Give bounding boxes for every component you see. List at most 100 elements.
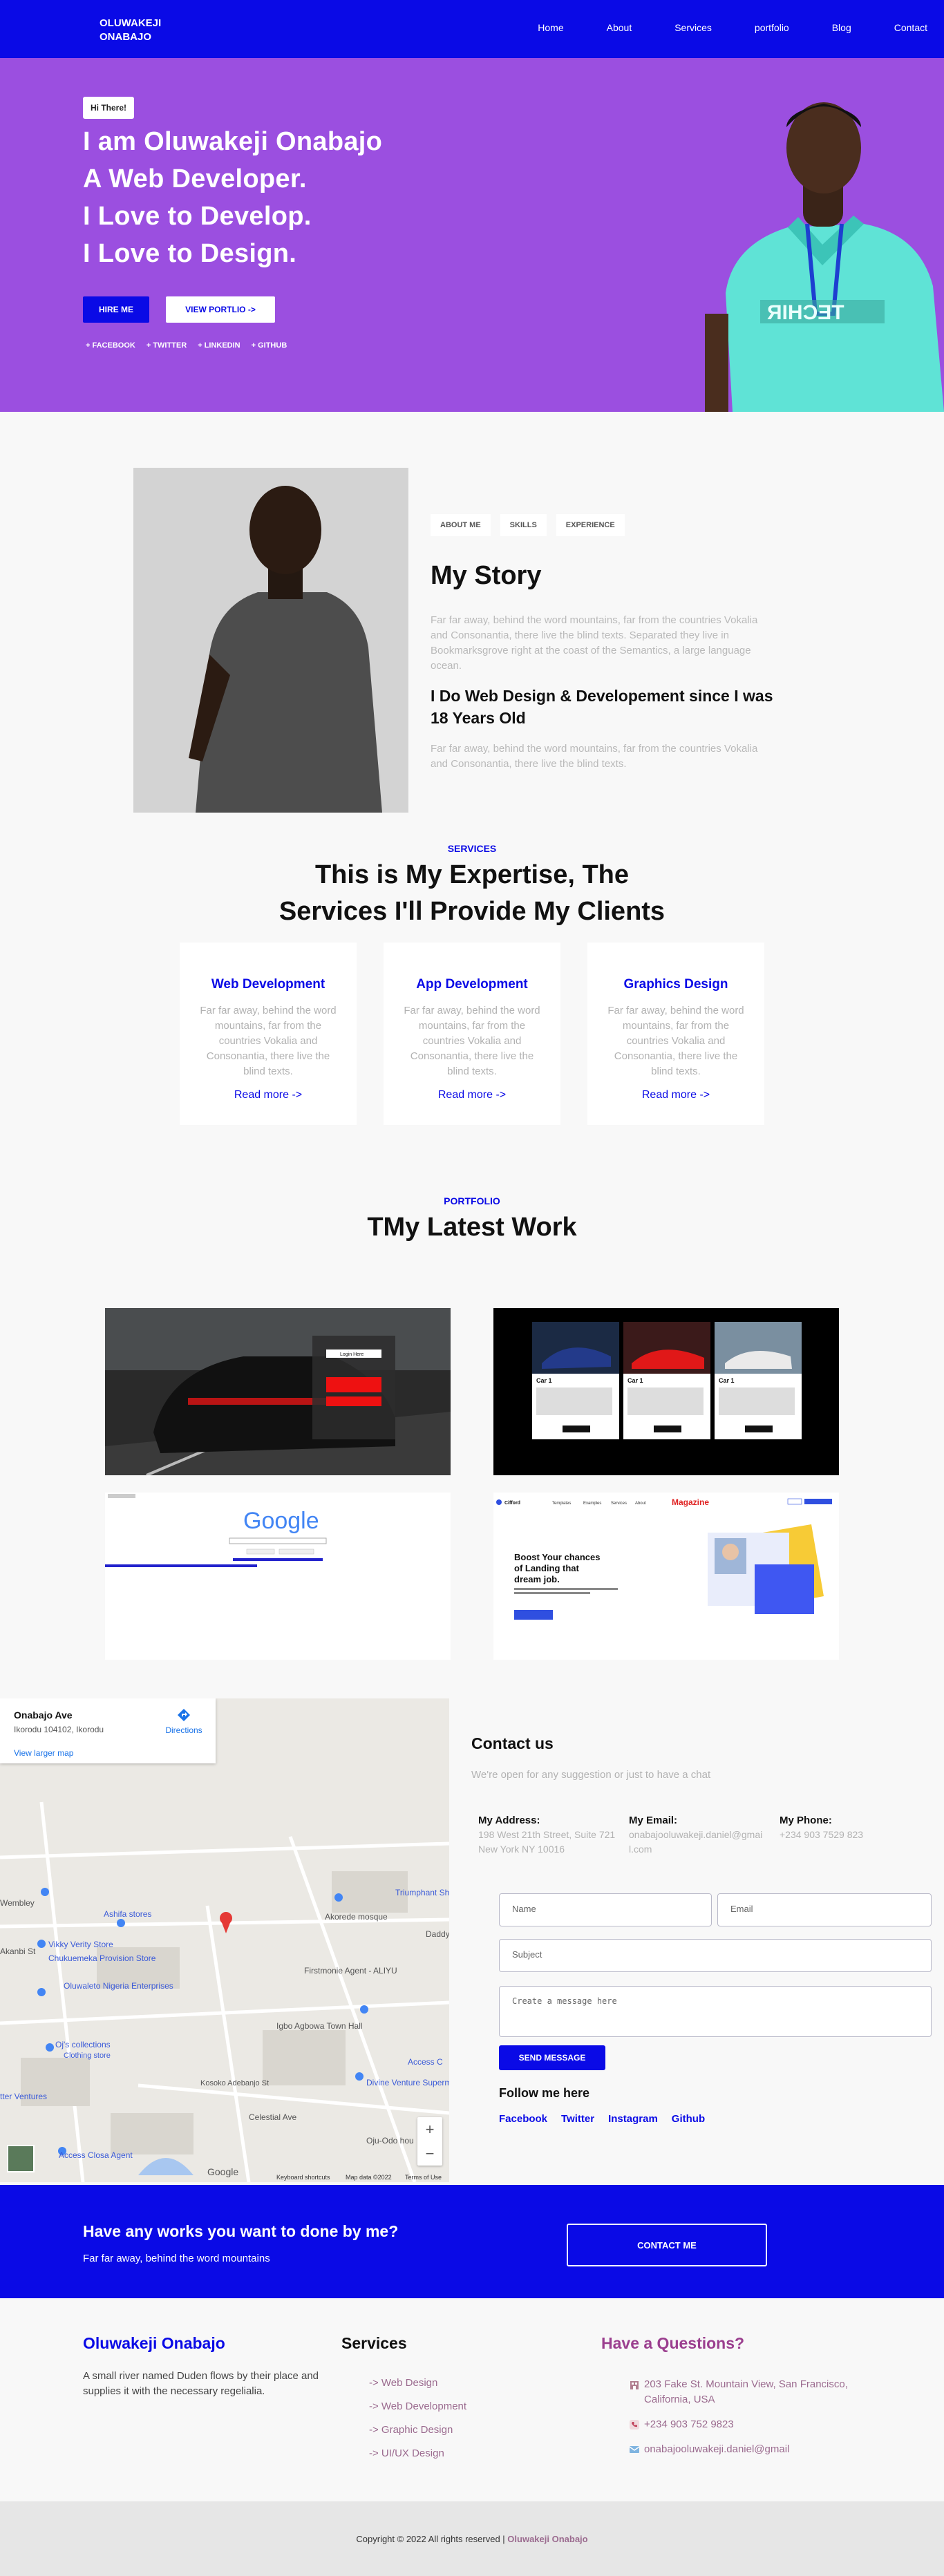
map-label-access-c: Access C xyxy=(408,2057,443,2067)
car-login-thumbnail: Login Here xyxy=(105,1308,451,1475)
footer-contact-list: 203 Fake St. Mountain View, San Francisc… xyxy=(629,2377,878,2467)
read-more-link[interactable]: Read more -> xyxy=(400,1089,544,1101)
footer-phone[interactable]: +234 903 752 9823 xyxy=(644,2417,734,2432)
nav-about[interactable]: About xyxy=(607,22,632,33)
follow-twitter-link[interactable]: Twitter xyxy=(561,2113,594,2125)
services-title: This is My Expertise, The Services I'll … xyxy=(0,857,944,930)
github-link[interactable]: + GITHUB xyxy=(252,341,287,350)
hire-me-button[interactable]: HIRE ME xyxy=(83,296,149,323)
magazine-nav-3: Services xyxy=(611,1502,627,1506)
brand-logo[interactable]: OLUWAKEJI ONABAJO xyxy=(100,17,161,44)
footer-questions-title: Have a Questions? xyxy=(601,2334,745,2352)
map-data: Map data ©2022 xyxy=(346,2174,392,2181)
footer-brand: Oluwakeji Onabajo xyxy=(83,2334,225,2352)
map-label-celestial: Celestial Ave xyxy=(249,2112,296,2122)
tab-about-me[interactable]: ABOUT ME xyxy=(431,514,491,536)
service-text: Far far away, behind the word mountains,… xyxy=(607,1005,744,1077)
map-label-akorede: Akorede mosque xyxy=(325,1912,388,1922)
service-card-graphics: Graphics Design Far far away, behind the… xyxy=(587,943,764,1125)
map-label-divine: Divine Venture Supermarket xyxy=(366,2078,449,2087)
map-directions-button[interactable]: Directions xyxy=(163,1708,205,1735)
map-label-chukuemeka: Chukuemeka Provision Store xyxy=(48,1953,156,1963)
tab-skills[interactable]: SKILLS xyxy=(500,514,547,536)
contact-email: My Email: onabajooluwakeji.daniel@gmail.… xyxy=(629,1813,767,1857)
portfolio-item-car-login[interactable]: Login Here xyxy=(105,1308,451,1475)
contact-subtitle: We're open for any suggestion or just to… xyxy=(471,1769,711,1781)
nav-portfolio[interactable]: portfolio xyxy=(755,22,789,33)
service-card-web: Web Development Far far away, behind the… xyxy=(180,943,357,1125)
map-label-igbo-agbowa: Igbo Agbowa Town Hall xyxy=(276,2021,363,2031)
nav-services[interactable]: Services xyxy=(674,22,712,33)
zoom-in-icon[interactable]: + xyxy=(417,2117,442,2141)
magazine-nav-4: About xyxy=(635,1502,646,1506)
contact-me-button[interactable]: CONTACT ME xyxy=(567,2224,767,2266)
read-more-link[interactable]: Read more -> xyxy=(604,1089,748,1101)
footer-email[interactable]: onabajooluwakeji.daniel@gmail xyxy=(644,2442,789,2457)
portfolio-title: TMy Latest Work xyxy=(367,1213,577,1242)
follow-facebook-link[interactable]: Facebook xyxy=(499,2113,547,2125)
email-label: My Email: xyxy=(629,1815,678,1826)
portfolio-item-magazine[interactable]: Cifford Templates Examples Services Abou… xyxy=(493,1493,839,1660)
satellite-toggle[interactable] xyxy=(7,2145,35,2172)
story-title: My Story xyxy=(431,561,542,590)
cta-subtitle: Far far away, behind the word mountains xyxy=(83,2253,270,2264)
copyright-name[interactable]: Oluwakeji Onabajo xyxy=(507,2534,587,2544)
brand-line-2: ONABAJO xyxy=(100,31,152,43)
address-label: My Address: xyxy=(478,1815,540,1826)
email-value: onabajooluwakeji.daniel@gmail.com xyxy=(629,1829,763,1855)
cta-title: Have any works you want to done by me? xyxy=(83,2222,399,2240)
story-paragraph-2: Far far away, behind the word mountains,… xyxy=(431,743,758,770)
magazine-nav-1: Templates xyxy=(552,1502,571,1506)
name-input[interactable]: Name xyxy=(499,1893,712,1926)
tab-experience[interactable]: EXPERIENCE xyxy=(556,514,625,536)
follow-github-link[interactable]: Github xyxy=(672,2113,705,2125)
map-larger-link[interactable]: View larger map xyxy=(14,1748,73,1758)
services-title-line-2: Services I'll Provide My Clients xyxy=(279,897,665,926)
footer-services-list: -> Web Design -> Web Development -> Grap… xyxy=(369,2377,466,2471)
phone-icon xyxy=(630,2420,639,2430)
copyright-text: Copyright © 2022 All rights reserved | xyxy=(356,2534,505,2544)
facebook-link[interactable]: + FACEBOOK xyxy=(86,341,135,350)
map-label-ventures: tter Ventures xyxy=(0,2092,47,2101)
message-textarea[interactable]: Create a message here xyxy=(499,1986,932,2037)
follow-instagram-link[interactable]: Instagram xyxy=(608,2113,658,2125)
hero-heading-line-2: A Web Developer. xyxy=(83,164,307,193)
contact-address: My Address: 198 West 21th Street, Suite … xyxy=(478,1813,623,1857)
phone-value: +234 903 7529 823 xyxy=(780,1829,864,1840)
hero-portrait-image: ЯIHƆƎT xyxy=(705,86,944,412)
phone-label: My Phone: xyxy=(780,1815,832,1826)
email-input[interactable]: Email xyxy=(717,1893,932,1926)
follow-links: Facebook Twitter Instagram Github xyxy=(499,2113,705,2125)
view-portfolio-button[interactable]: VIEW PORTLIO -> xyxy=(166,296,275,323)
read-more-link[interactable]: Read more -> xyxy=(196,1089,340,1101)
nav-contact[interactable]: Contact xyxy=(894,22,927,33)
subject-input[interactable]: Subject xyxy=(499,1939,932,1972)
zoom-out-icon[interactable]: − xyxy=(417,2141,442,2166)
map-label-oju-odo: Oju-Odo hou xyxy=(366,2136,414,2146)
main-nav: Home About Services portfolio Blog Conta… xyxy=(495,22,927,33)
portfolio-item-google-clone[interactable]: Google xyxy=(105,1493,451,1660)
services-title-line-1: This is My Expertise, The xyxy=(314,860,630,889)
nav-blog[interactable]: Blog xyxy=(832,22,851,33)
copyright-bar: Copyright © 2022 All rights reserved | O… xyxy=(0,2501,944,2576)
footer-service-graphic-design[interactable]: -> Graphic Design xyxy=(369,2424,466,2436)
footer-service-uiux[interactable]: -> UI/UX Design xyxy=(369,2447,466,2459)
footer-service-web-design[interactable]: -> Web Design xyxy=(369,2377,466,2389)
location-map[interactable]: Ashifa stores Vikky Verity Store Chukuem… xyxy=(0,1698,449,2182)
map-label-ojs: Oj's collections xyxy=(55,2040,111,2049)
hero-social-links: + FACEBOOK + TWITTER + LINKEDIN + GITHUB xyxy=(86,341,287,350)
portfolio-item-car-cards[interactable]: Car 1 Car 1 Car 1 xyxy=(493,1308,839,1475)
google-clone-thumbnail: Google xyxy=(105,1493,451,1660)
car-card-title: Car 1 xyxy=(627,1377,643,1384)
portfolio-kicker: PORTFOLIO xyxy=(444,1195,500,1206)
twitter-link[interactable]: + TWITTER xyxy=(147,341,187,350)
footer-service-web-development[interactable]: -> Web Development xyxy=(369,2400,466,2412)
footer-email-row: onabajooluwakeji.daniel@gmail xyxy=(629,2442,878,2457)
linkedin-link[interactable]: + LINKEDIN xyxy=(198,341,240,350)
map-label-daddy: Daddy xyxy=(426,1929,449,1939)
nav-home[interactable]: Home xyxy=(538,22,563,33)
map-canvas: Ashifa stores Vikky Verity Store Chukuem… xyxy=(0,1698,449,2182)
magazine-nav-2: Examples xyxy=(583,1502,601,1506)
send-message-button[interactable]: SEND MESSAGE xyxy=(499,2045,605,2070)
directions-icon xyxy=(178,1709,190,1721)
